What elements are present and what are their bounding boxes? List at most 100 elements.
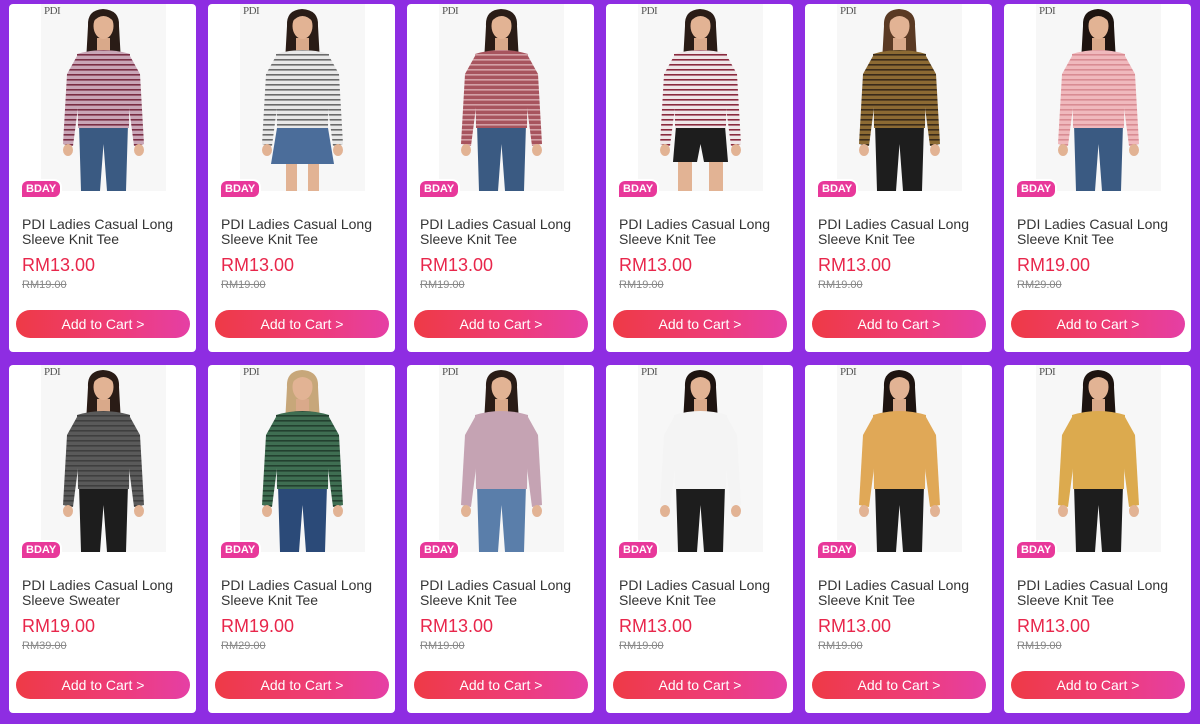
product-title[interactable]: PDI Ladies Casual Long Sleeve Knit Tee xyxy=(221,578,386,608)
brand-mark: PDI xyxy=(1039,5,1056,17)
original-price: RM19.00 xyxy=(420,640,465,652)
product-card[interactable]: PDI BDAY PDI Ladies Casual Long Sleeve K… xyxy=(407,365,594,713)
product-card[interactable]: PDI BDAY PDI Ladies Casual Long Sleeve K… xyxy=(208,4,395,352)
original-price: RM19.00 xyxy=(619,640,664,652)
product-title[interactable]: PDI Ladies Casual Long Sleeve Sweater xyxy=(22,578,187,608)
add-to-cart-button[interactable]: Add to Cart > xyxy=(215,310,389,338)
model-photo xyxy=(859,9,940,191)
product-card[interactable]: PDI BDAY PDI Ladies Casual Long Sleeve K… xyxy=(805,365,992,713)
brand-mark: PDI xyxy=(44,5,61,17)
add-to-cart-button[interactable]: Add to Cart > xyxy=(1011,310,1185,338)
model-photo xyxy=(859,370,940,552)
product-card[interactable]: PDI BDAY PDI Ladies Casual Long Sleeve K… xyxy=(805,4,992,352)
original-price: RM19.00 xyxy=(221,279,266,291)
product-image[interactable]: PDI xyxy=(41,365,166,552)
original-price: RM29.00 xyxy=(221,640,266,652)
bday-badge: BDAY xyxy=(221,542,260,558)
product-title[interactable]: PDI Ladies Casual Long Sleeve Knit Tee xyxy=(619,217,784,247)
add-to-cart-button[interactable]: Add to Cart > xyxy=(215,671,389,699)
original-price: RM19.00 xyxy=(1017,640,1062,652)
product-card[interactable]: PDI BDAY PDI Ladies Casual Long Sleeve K… xyxy=(208,365,395,713)
sale-price: RM13.00 xyxy=(818,255,892,275)
sale-price: RM13.00 xyxy=(1017,616,1091,636)
brand-mark: PDI xyxy=(840,366,857,378)
add-to-cart-button[interactable]: Add to Cart > xyxy=(812,310,986,338)
sale-price: RM13.00 xyxy=(818,616,892,636)
product-image[interactable]: PDI xyxy=(240,4,365,191)
model-photo xyxy=(63,9,144,191)
sale-price: RM19.00 xyxy=(221,616,295,636)
product-image[interactable]: PDI xyxy=(638,365,763,552)
brand-mark: PDI xyxy=(1039,366,1056,378)
add-to-cart-button[interactable]: Add to Cart > xyxy=(1011,671,1185,699)
original-price: RM29.00 xyxy=(1017,279,1062,291)
product-card[interactable]: PDI BDAY PDI Ladies Casual Long Sleeve K… xyxy=(9,4,196,352)
add-to-cart-button[interactable]: Add to Cart > xyxy=(16,671,190,699)
sale-price: RM19.00 xyxy=(1017,255,1091,275)
product-image[interactable]: PDI xyxy=(837,365,962,552)
product-title[interactable]: PDI Ladies Casual Long Sleeve Knit Tee xyxy=(420,217,585,247)
product-image[interactable]: PDI xyxy=(439,365,564,552)
product-card[interactable]: PDI BDAY PDI Ladies Casual Long Sleeve K… xyxy=(1004,365,1191,713)
brand-mark: PDI xyxy=(641,366,658,378)
product-card[interactable]: PDI BDAY PDI Ladies Casual Long Sleeve K… xyxy=(606,4,793,352)
original-price: RM19.00 xyxy=(818,279,863,291)
add-to-cart-button[interactable]: Add to Cart > xyxy=(812,671,986,699)
product-card[interactable]: PDI BDAY PDI Ladies Casual Long Sleeve S… xyxy=(9,365,196,713)
bday-badge: BDAY xyxy=(22,181,61,197)
product-title[interactable]: PDI Ladies Casual Long Sleeve Knit Tee xyxy=(619,578,784,608)
brand-mark: PDI xyxy=(243,366,260,378)
model-photo xyxy=(461,9,542,191)
product-card[interactable]: PDI BDAY PDI Ladies Casual Long Sleeve K… xyxy=(606,365,793,713)
bday-badge: BDAY xyxy=(818,181,857,197)
bday-badge: BDAY xyxy=(420,181,459,197)
sale-price: RM13.00 xyxy=(22,255,96,275)
brand-mark: PDI xyxy=(442,5,459,17)
original-price: RM19.00 xyxy=(619,279,664,291)
product-image[interactable]: PDI xyxy=(1036,365,1161,552)
bday-badge: BDAY xyxy=(619,542,658,558)
brand-mark: PDI xyxy=(243,5,260,17)
sale-price: RM19.00 xyxy=(22,616,96,636)
product-image[interactable]: PDI xyxy=(837,4,962,191)
model-photo xyxy=(262,9,343,191)
model-photo xyxy=(660,9,741,191)
original-price: RM19.00 xyxy=(818,640,863,652)
model-photo xyxy=(262,370,343,552)
product-image[interactable]: PDI xyxy=(439,4,564,191)
add-to-cart-button[interactable]: Add to Cart > xyxy=(16,310,190,338)
product-title[interactable]: PDI Ladies Casual Long Sleeve Knit Tee xyxy=(1017,217,1182,247)
product-image[interactable]: PDI xyxy=(1036,4,1161,191)
add-to-cart-button[interactable]: Add to Cart > xyxy=(613,310,787,338)
product-image[interactable]: PDI xyxy=(41,4,166,191)
original-price: RM19.00 xyxy=(420,279,465,291)
model-photo xyxy=(461,370,542,552)
bday-badge: BDAY xyxy=(1017,181,1056,197)
product-title[interactable]: PDI Ladies Casual Long Sleeve Knit Tee xyxy=(1017,578,1182,608)
product-title[interactable]: PDI Ladies Casual Long Sleeve Knit Tee xyxy=(818,578,983,608)
bday-badge: BDAY xyxy=(22,542,61,558)
product-title[interactable]: PDI Ladies Casual Long Sleeve Knit Tee xyxy=(818,217,983,247)
product-card[interactable]: PDI BDAY PDI Ladies Casual Long Sleeve K… xyxy=(1004,4,1191,352)
sale-price: RM13.00 xyxy=(619,255,693,275)
sale-price: RM13.00 xyxy=(420,255,494,275)
product-image[interactable]: PDI xyxy=(638,4,763,191)
bday-badge: BDAY xyxy=(221,181,260,197)
model-photo xyxy=(1058,370,1139,552)
product-title[interactable]: PDI Ladies Casual Long Sleeve Knit Tee xyxy=(420,578,585,608)
model-photo xyxy=(1058,9,1139,191)
bday-badge: BDAY xyxy=(1017,542,1056,558)
product-grid: PDI BDAY PDI Ladies Casual Long Sleeve K… xyxy=(0,0,1200,724)
product-title[interactable]: PDI Ladies Casual Long Sleeve Knit Tee xyxy=(221,217,386,247)
sale-price: RM13.00 xyxy=(619,616,693,636)
sale-price: RM13.00 xyxy=(420,616,494,636)
add-to-cart-button[interactable]: Add to Cart > xyxy=(414,671,588,699)
model-photo xyxy=(63,370,144,552)
product-title[interactable]: PDI Ladies Casual Long Sleeve Knit Tee xyxy=(22,217,187,247)
bday-badge: BDAY xyxy=(818,542,857,558)
original-price: RM19.00 xyxy=(22,279,67,291)
product-image[interactable]: PDI xyxy=(240,365,365,552)
add-to-cart-button[interactable]: Add to Cart > xyxy=(613,671,787,699)
add-to-cart-button[interactable]: Add to Cart > xyxy=(414,310,588,338)
product-card[interactable]: PDI BDAY PDI Ladies Casual Long Sleeve K… xyxy=(407,4,594,352)
